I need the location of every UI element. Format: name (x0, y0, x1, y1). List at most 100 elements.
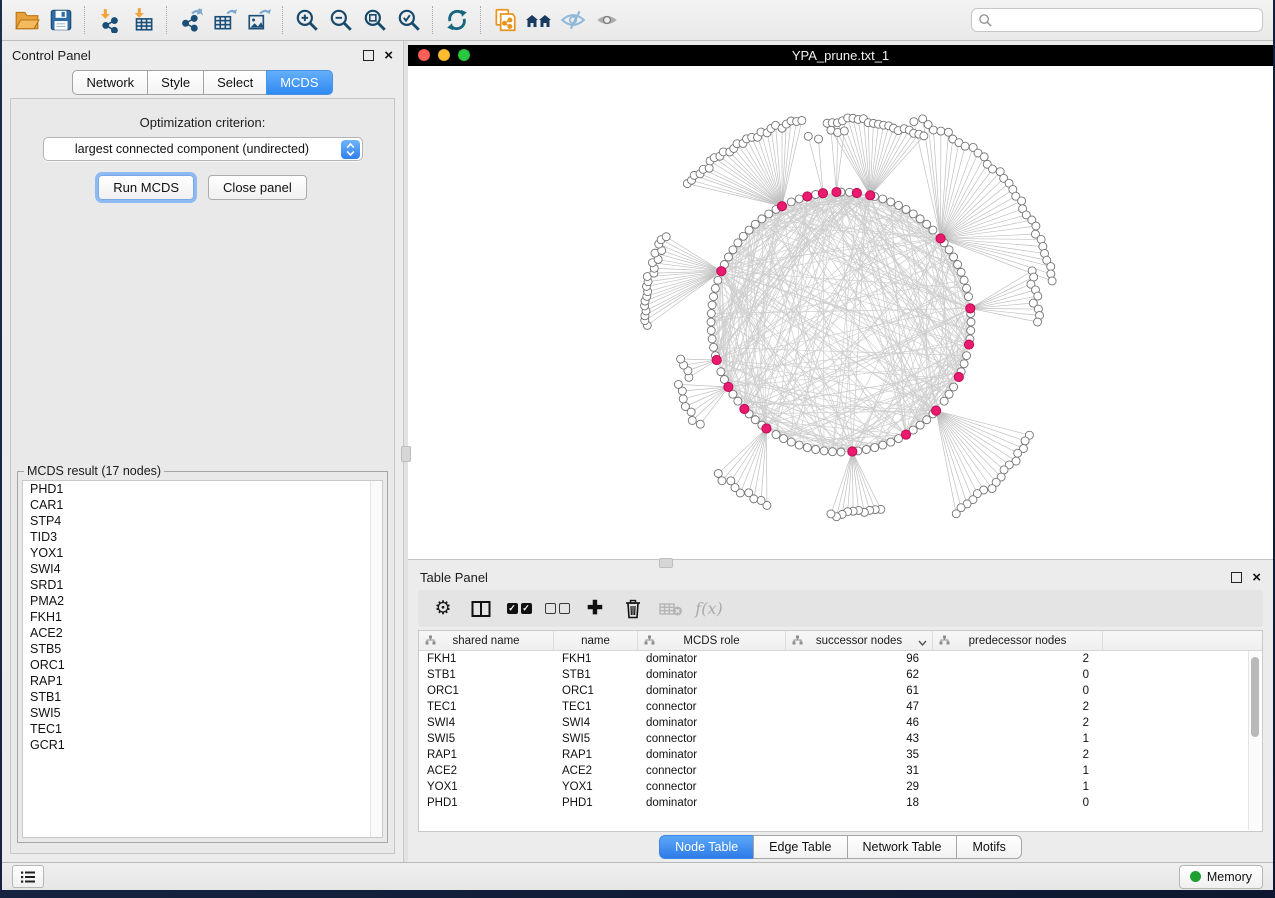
mcds-result-item[interactable]: RAP1 (23, 673, 382, 689)
minimize-window-icon[interactable] (438, 49, 450, 61)
export-image-button[interactable] (242, 5, 276, 35)
table-row[interactable]: FKH1FKH1dominator962 (419, 651, 1262, 667)
table-settings-button[interactable]: ⚙ (424, 594, 462, 624)
tab-style[interactable]: Style (147, 70, 204, 95)
table-row[interactable]: RAP1RAP1dominator352 (419, 747, 1262, 763)
mcds-result-item[interactable]: FKH1 (23, 609, 382, 625)
tab-mcds[interactable]: MCDS (266, 70, 332, 95)
column-header-name[interactable]: name (554, 631, 638, 650)
tab-node-table[interactable]: Node Table (659, 835, 754, 859)
export-table-button[interactable] (208, 5, 242, 35)
search-input[interactable] (997, 12, 1256, 28)
task-history-button[interactable] (12, 865, 44, 888)
table-cell: 29 (786, 781, 933, 793)
table-row[interactable]: YOX1YOX1connector291 (419, 779, 1262, 795)
column-header-MCDS-role[interactable]: MCDS role (638, 631, 786, 650)
network-canvas (408, 66, 1274, 559)
mcds-result-item[interactable]: STB5 (23, 641, 382, 657)
column-label: shared name (452, 635, 519, 647)
horizontal-splitter[interactable] (408, 560, 1273, 565)
table-row[interactable]: PHD1PHD1dominator180 (419, 795, 1262, 811)
run-mcds-button[interactable]: Run MCDS (98, 175, 194, 200)
optimization-criterion-label: Optimization criterion: (11, 115, 394, 130)
network-view[interactable] (408, 66, 1273, 560)
table-row[interactable]: SWI5SWI5connector431 (419, 731, 1262, 747)
mcds-result-item[interactable]: TEC1 (23, 721, 382, 737)
mcds-result-item[interactable]: GCR1 (23, 737, 382, 753)
mcds-result-item[interactable]: SWI4 (23, 561, 382, 577)
create-column-button[interactable]: ✚ (576, 594, 614, 624)
select-all-button[interactable]: ✓✓ (500, 594, 538, 624)
mcds-result-item[interactable]: CAR1 (23, 497, 382, 513)
table-cell: 47 (786, 701, 933, 713)
hide-selected-button[interactable] (556, 5, 590, 35)
column-header-shared-name[interactable]: shared name (419, 631, 554, 650)
mcds-result-item[interactable]: PHD1 (23, 481, 382, 497)
first-neighbors-button[interactable] (522, 5, 556, 35)
table-row[interactable]: SWI4SWI4dominator462 (419, 715, 1262, 731)
deselect-all-button[interactable]: ✓✓ (538, 594, 576, 624)
open-file-button[interactable] (10, 5, 44, 35)
criterion-dropdown[interactable]: largest connected component (undirected) (43, 137, 363, 161)
export-image-icon (246, 7, 272, 33)
close-window-icon[interactable] (418, 49, 430, 61)
mcds-result-item[interactable]: PMA2 (23, 593, 382, 609)
tab-edge-table[interactable]: Edge Table (753, 835, 847, 859)
column-layout-button[interactable] (462, 594, 500, 624)
import-network-button[interactable] (92, 5, 126, 35)
table-row[interactable]: TEC1TEC1connector472 (419, 699, 1262, 715)
mcds-result-item[interactable]: SWI5 (23, 705, 382, 721)
mcds-result-item[interactable]: YOX1 (23, 545, 382, 561)
tab-motifs[interactable]: Motifs (956, 835, 1021, 859)
scrollbar-thumb[interactable] (1251, 657, 1259, 737)
tab-network[interactable]: Network (72, 70, 148, 95)
mcds-list-scrollbar[interactable] (370, 481, 382, 837)
mcds-result-item[interactable]: ACE2 (23, 625, 382, 641)
table-cell: dominator (638, 685, 786, 697)
table-row[interactable]: ORC1ORC1dominator610 (419, 683, 1262, 699)
table-row[interactable]: ACE2ACE2connector311 (419, 763, 1262, 779)
show-all-button[interactable] (590, 5, 624, 35)
close-panel-icon[interactable]: × (1252, 570, 1261, 585)
vertical-splitter[interactable] (403, 41, 408, 862)
splitter-handle[interactable] (659, 558, 673, 568)
mcds-result-item[interactable]: STB1 (23, 689, 382, 705)
function-builder-button[interactable]: f(x) (690, 594, 728, 624)
fx-icon: f(x) (695, 599, 722, 618)
table-row[interactable]: STB1STB1dominator620 (419, 667, 1262, 683)
table-cell: RAP1 (554, 749, 638, 761)
zoom-out-button[interactable] (324, 5, 358, 35)
save-session-button[interactable] (44, 5, 78, 35)
memory-button[interactable]: Memory (1179, 865, 1263, 889)
tab-select[interactable]: Select (203, 70, 267, 95)
mcds-result-item[interactable]: STP4 (23, 513, 382, 529)
tab-network-table[interactable]: Network Table (847, 835, 958, 859)
mcds-result-item[interactable]: ORC1 (23, 657, 382, 673)
delete-table-button[interactable] (652, 594, 690, 624)
duplicate-network-button[interactable] (488, 5, 522, 35)
maximize-window-icon[interactable] (458, 49, 470, 61)
table-cell: dominator (638, 717, 786, 729)
zoom-selected-button[interactable] (392, 5, 426, 35)
import-network-icon (96, 7, 122, 33)
table-scrollbar[interactable] (1248, 651, 1261, 830)
float-panel-icon[interactable] (1231, 572, 1242, 583)
mcds-result-item[interactable]: TID3 (23, 529, 382, 545)
delete-column-button[interactable] (614, 594, 652, 624)
table-cell: FKH1 (419, 653, 554, 665)
close-panel-icon[interactable]: × (384, 48, 393, 63)
float-panel-icon[interactable] (363, 50, 374, 61)
export-network-button[interactable] (174, 5, 208, 35)
column-header-successor-nodes[interactable]: successor nodes (786, 631, 933, 650)
zoom-fit-button[interactable] (358, 5, 392, 35)
import-table-button[interactable] (126, 5, 160, 35)
mcds-result-item[interactable]: SRD1 (23, 577, 382, 593)
zoom-in-button[interactable] (290, 5, 324, 35)
refresh-button[interactable] (440, 5, 474, 35)
mcds-result-list: PHD1CAR1STP4TID3YOX1SWI4SRD1PMA2FKH1ACE2… (22, 480, 383, 838)
splitter-handle[interactable] (401, 446, 411, 462)
close-panel-button[interactable]: Close panel (208, 175, 307, 200)
status-bar: Memory (2, 862, 1273, 890)
column-header-predecessor-nodes[interactable]: predecessor nodes (933, 631, 1103, 650)
mcds-result-title: MCDS result (17 nodes) (24, 464, 164, 478)
